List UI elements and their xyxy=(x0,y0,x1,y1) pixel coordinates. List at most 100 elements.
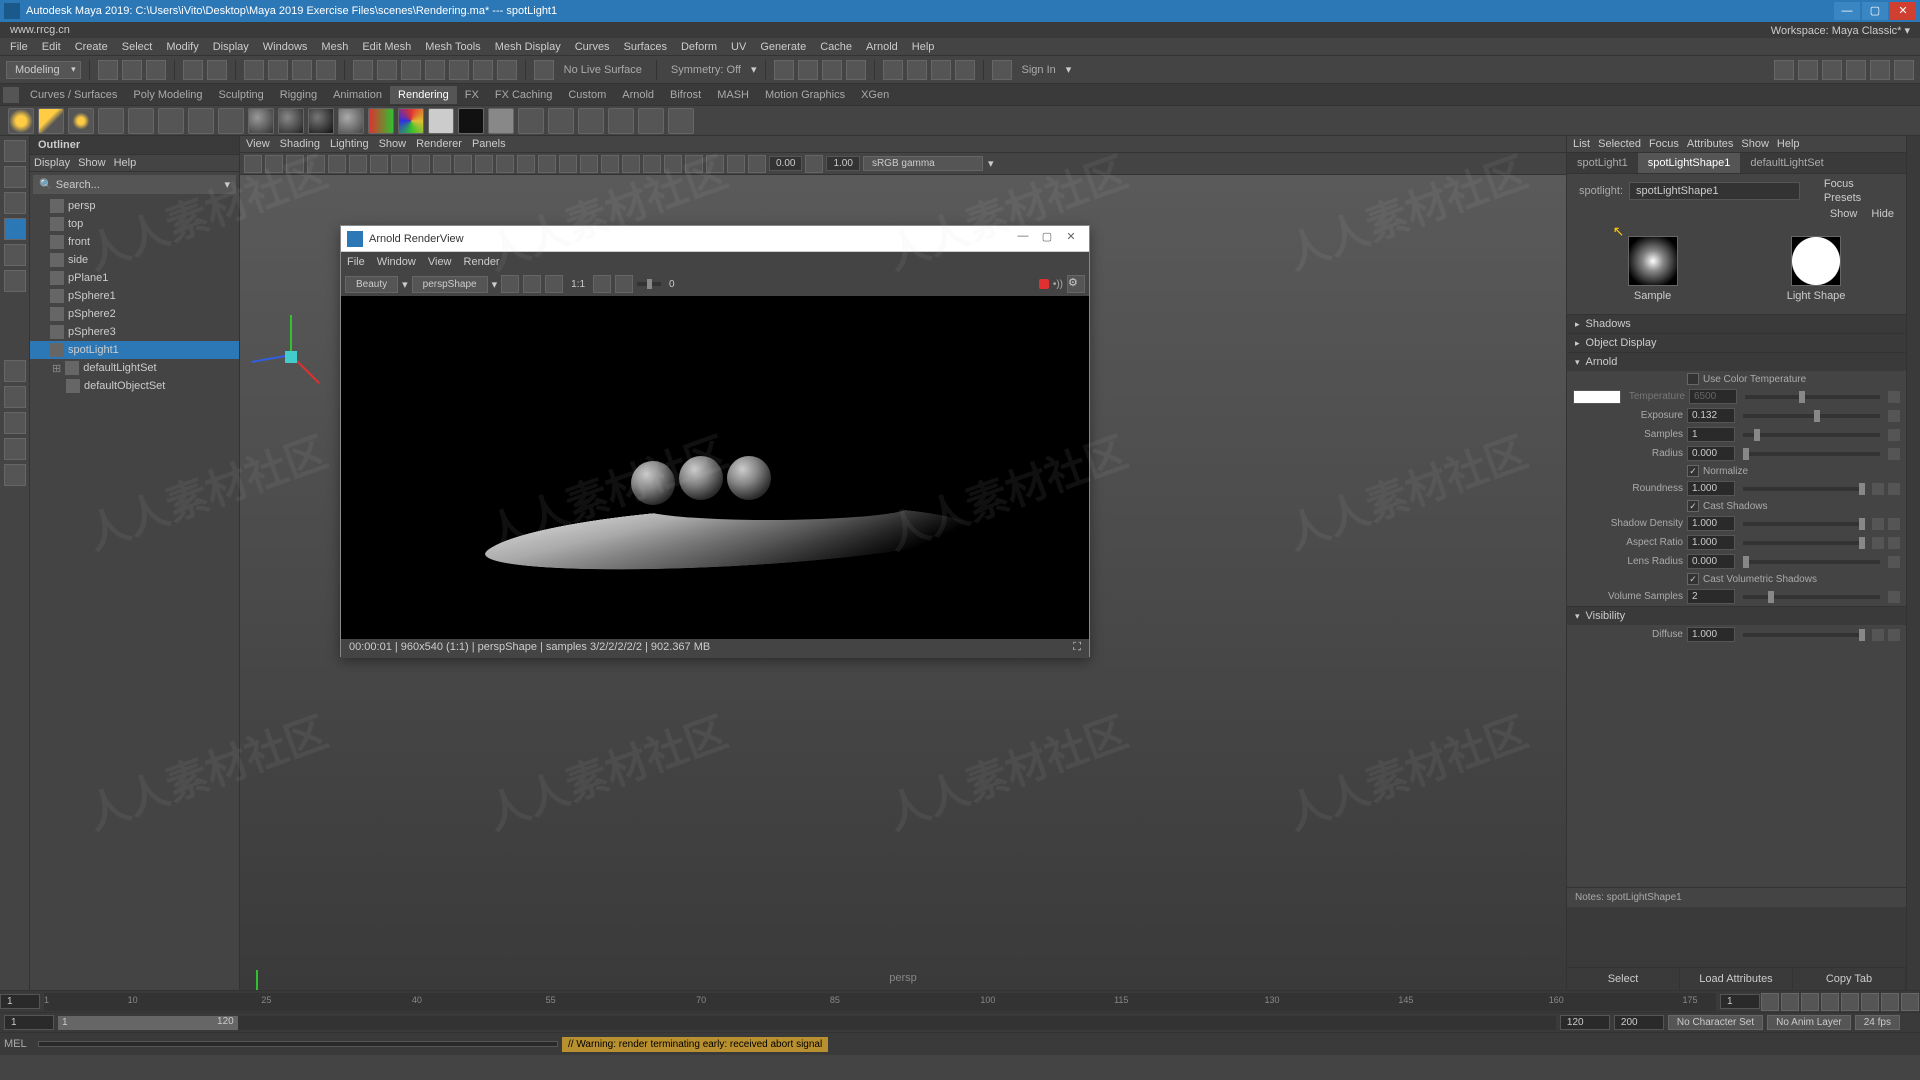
live-icon[interactable] xyxy=(534,60,554,80)
ae-hide-button[interactable]: Hide xyxy=(1865,206,1900,222)
close-button[interactable]: ✕ xyxy=(1890,2,1916,20)
vp-tool-icon[interactable] xyxy=(475,155,493,173)
shelf-toggle-icon[interactable] xyxy=(3,87,19,103)
layout1-icon[interactable] xyxy=(4,360,26,382)
rv-settings-icon[interactable]: ⚙ xyxy=(1067,275,1085,293)
snap4-icon[interactable] xyxy=(316,60,336,80)
save-icon[interactable] xyxy=(146,60,166,80)
play1-icon[interactable] xyxy=(883,60,903,80)
ae-attributes[interactable]: Attributes xyxy=(1687,138,1733,150)
outliner-help[interactable]: Help xyxy=(114,157,137,169)
shader2-icon[interactable] xyxy=(218,108,244,134)
keyfwd-button[interactable] xyxy=(1861,993,1879,1011)
ae-roundness-field[interactable]: 1.000 xyxy=(1687,481,1735,496)
stepfwd-button[interactable] xyxy=(1881,993,1899,1011)
rv-render-canvas[interactable] xyxy=(341,296,1089,639)
play3-icon[interactable] xyxy=(931,60,951,80)
ae-connect-icon[interactable] xyxy=(1888,429,1900,441)
vp-renderer[interactable]: Renderer xyxy=(416,138,462,150)
shelf-tab-mash[interactable]: MASH xyxy=(709,86,757,104)
time-cur-field[interactable]: 1 xyxy=(1720,994,1760,1009)
light-area-icon[interactable] xyxy=(128,108,154,134)
ae-radius-field[interactable]: 0.000 xyxy=(1687,446,1735,461)
menu-modify[interactable]: Modify xyxy=(160,41,204,53)
menu-deform[interactable]: Deform xyxy=(675,41,723,53)
ae-arnold-section[interactable]: Arnold xyxy=(1567,353,1906,371)
vp-panels[interactable]: Panels xyxy=(472,138,506,150)
tex1-icon[interactable] xyxy=(518,108,544,134)
shelf-tab-rig[interactable]: Rigging xyxy=(272,86,325,104)
shelf-tab-custom[interactable]: Custom xyxy=(560,86,614,104)
vp-far-field[interactable]: 1.00 xyxy=(826,156,859,171)
curve5-icon[interactable] xyxy=(473,60,493,80)
menu-windows[interactable]: Windows xyxy=(257,41,314,53)
cmd-lang-label[interactable]: MEL xyxy=(4,1038,34,1050)
vp-tool-icon[interactable] xyxy=(433,155,451,173)
ae-tab-spotlight1[interactable]: spotLight1 xyxy=(1567,153,1638,173)
vp-tool-icon[interactable] xyxy=(286,155,304,173)
panel4-icon[interactable] xyxy=(1846,60,1866,80)
curve1-icon[interactable] xyxy=(377,60,397,80)
panel1-icon[interactable] xyxy=(1774,60,1794,80)
outliner-persp[interactable]: persp xyxy=(30,197,239,215)
ae-connect-icon[interactable] xyxy=(1872,537,1884,549)
menu-editmesh[interactable]: Edit Mesh xyxy=(356,41,417,53)
menu-display[interactable]: Display xyxy=(207,41,255,53)
shelf-tab-mgfx[interactable]: Motion Graphics xyxy=(757,86,853,104)
ae-temp-color[interactable] xyxy=(1573,390,1621,404)
range-r2-field[interactable]: 200 xyxy=(1614,1015,1664,1030)
ae-objdisplay-section[interactable]: Object Display xyxy=(1567,334,1906,352)
ae-focus-button[interactable]: Focus xyxy=(1824,178,1900,190)
vp-tool-icon[interactable] xyxy=(307,155,325,173)
menu-cache[interactable]: Cache xyxy=(814,41,858,53)
layout4-icon[interactable] xyxy=(4,438,26,460)
ae-connect-icon[interactable] xyxy=(1888,556,1900,568)
ae-temp-field[interactable]: 6500 xyxy=(1689,389,1737,404)
ae-connect-icon[interactable] xyxy=(1888,391,1900,403)
menu-create[interactable]: Create xyxy=(69,41,114,53)
shelf-tab-render[interactable]: Rendering xyxy=(390,86,457,104)
ae-diffuse-field[interactable]: 1.000 xyxy=(1687,627,1735,642)
light-ambient-icon[interactable] xyxy=(8,108,34,134)
menu-help[interactable]: Help xyxy=(906,41,941,53)
rv-minimize-button[interactable]: — xyxy=(1011,230,1035,248)
shelf-tab-fx[interactable]: FX xyxy=(457,86,487,104)
ae-samples-field[interactable]: 1 xyxy=(1687,427,1735,442)
ae-connect-icon[interactable] xyxy=(1888,629,1900,641)
move-tool-icon[interactable] xyxy=(4,218,26,240)
rv-scale[interactable]: 1:1 xyxy=(567,279,589,290)
charset-combo[interactable]: No Character Set xyxy=(1668,1015,1763,1030)
menu-surfaces[interactable]: Surfaces xyxy=(618,41,673,53)
mode-combo[interactable]: Modeling xyxy=(6,61,81,79)
light-spot-icon[interactable] xyxy=(98,108,124,134)
gray-icon[interactable] xyxy=(488,108,514,134)
ae-node-field[interactable]: spotLightShape1 xyxy=(1629,182,1800,200)
menu-arnold[interactable]: Arnold xyxy=(860,41,904,53)
lasso-tool-icon[interactable] xyxy=(4,166,26,188)
shelf-tab-curves[interactable]: Curves / Surfaces xyxy=(22,86,125,104)
ae-diffuse-slider[interactable] xyxy=(1743,633,1864,637)
scale-tool-icon[interactable] xyxy=(4,270,26,292)
tex4-icon[interactable] xyxy=(608,108,634,134)
rv-expand-icon[interactable]: ⛶ xyxy=(1073,641,1081,656)
outliner-display[interactable]: Display xyxy=(34,157,70,169)
ae-sample-swatch[interactable]: ↖ xyxy=(1628,236,1678,286)
ae-castvol-check[interactable]: ✓ xyxy=(1687,573,1699,585)
timeline-ticks[interactable]: 1102540557085100115130145160175 xyxy=(44,993,1716,1011)
vp-tool-icon[interactable] xyxy=(559,155,577,173)
vp-tool-icon[interactable] xyxy=(454,155,472,173)
menu-uv[interactable]: UV xyxy=(725,41,752,53)
menu-generate[interactable]: Generate xyxy=(754,41,812,53)
light-volume-icon[interactable] xyxy=(158,108,184,134)
animlayer-combo[interactable]: No Anim Layer xyxy=(1767,1015,1851,1030)
outliner-defaultlightset[interactable]: ⊞defaultLightSet xyxy=(30,359,239,377)
vp-tool-icon[interactable] xyxy=(601,155,619,173)
stepback-button[interactable] xyxy=(1781,993,1799,1011)
maximize-button[interactable]: ▢ xyxy=(1862,2,1888,20)
tex5-icon[interactable] xyxy=(638,108,664,134)
outliner-pplane1[interactable]: pPlane1 xyxy=(30,269,239,287)
new-icon[interactable] xyxy=(98,60,118,80)
curve3-icon[interactable] xyxy=(425,60,445,80)
redo-icon[interactable] xyxy=(207,60,227,80)
vp-tool-icon[interactable] xyxy=(265,155,283,173)
